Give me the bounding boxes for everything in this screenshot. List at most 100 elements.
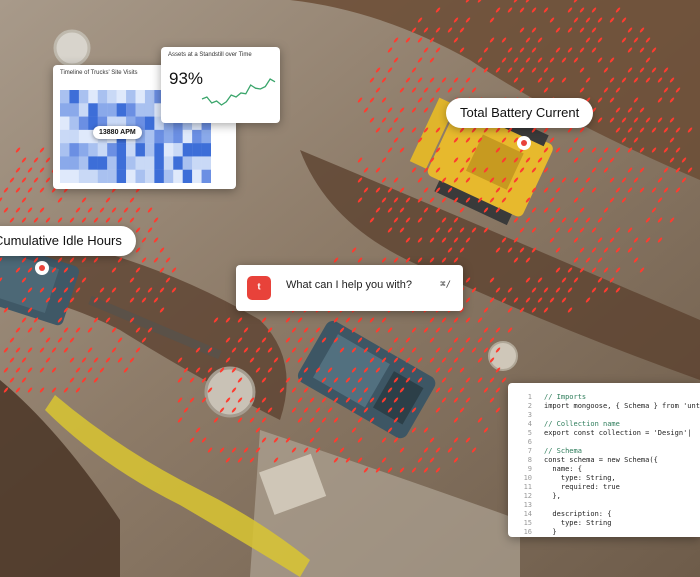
heatmap-cell [116, 169, 127, 183]
code-line-number: 13 [523, 501, 532, 509]
heatmap-cell [78, 116, 89, 131]
heatmap-cell [116, 156, 127, 170]
code-content[interactable]: // Imports import mongoose, { Schema } fr… [544, 393, 700, 537]
heatmap-cell [154, 129, 165, 144]
heatmap-cell [144, 129, 155, 144]
heatmap-cell [135, 90, 146, 104]
heatmap-cell [126, 156, 136, 170]
heatmap-cell [144, 143, 155, 157]
heatmap-cell [182, 129, 193, 144]
code-editor-panel[interactable]: 1 2 3 4 5 6 7 8 9 10 11 12 13 14 15 16 // Imports import… [508, 383, 700, 537]
idle-hours-label[interactable]: Cumulative Idle Hours [0, 226, 136, 256]
code-line[interactable]: required: true [544, 483, 700, 492]
code-line-number: 14 [523, 510, 532, 518]
code-line[interactable]: // Imports [544, 393, 700, 402]
code-line-number: 3 [527, 411, 532, 419]
heatmap-cell [97, 90, 108, 104]
heatmap-cell [107, 143, 117, 157]
code-line-numbers: 1 2 3 4 5 6 7 8 9 10 11 12 13 14 15 16 [508, 393, 532, 537]
code-line[interactable]: // Schema [544, 447, 700, 456]
code-line-number: 5 [527, 429, 532, 437]
code-line-number: 1 [527, 393, 532, 401]
heatmap-cell [97, 143, 108, 157]
assets-value: 93% [169, 69, 204, 88]
heatmap-cell [116, 90, 127, 104]
code-line-number: 4 [527, 420, 532, 428]
heatmap-cell [69, 169, 80, 183]
keyboard-shortcut-hint: ⌘/ [440, 280, 451, 290]
code-line-number: 9 [527, 465, 532, 473]
heatmap-cell [144, 90, 155, 104]
heatmap-cell [60, 143, 70, 157]
heatmap-cell [135, 103, 146, 117]
heatmap-cell [69, 156, 80, 170]
code-line[interactable]: }, [544, 492, 700, 501]
heatmap-cell [78, 169, 89, 183]
heatmap-cell [69, 116, 80, 131]
heatmap-cell [154, 169, 165, 183]
code-line[interactable]: export const collection = 'Design'| [544, 429, 700, 438]
heatmap-cell [135, 143, 146, 157]
code-line[interactable]: description: { [544, 510, 700, 519]
code-line-number: 15 [523, 519, 532, 527]
heatmap-cell [69, 143, 80, 157]
assets-sparkline [201, 78, 276, 106]
heatmap-cell [201, 143, 211, 157]
heatmap-cell [97, 103, 108, 117]
code-line[interactable] [544, 438, 700, 447]
heatmap-cell [69, 103, 80, 117]
heatmap-cell [107, 156, 117, 170]
heatmap-cell [192, 129, 202, 144]
code-line[interactable] [544, 501, 700, 510]
heatmap-cell [144, 103, 155, 117]
heatmap-cell [78, 156, 89, 170]
heatmap-cell [107, 169, 117, 183]
code-line[interactable]: import mongoose, { Schema } from 'untitl [544, 402, 700, 411]
heatmap-cell [88, 90, 98, 104]
heatmap-cell [135, 156, 146, 170]
heatmap-cell [154, 143, 165, 157]
code-line-number: 2 [527, 402, 532, 410]
code-line-number: 11 [523, 483, 532, 491]
heatmap-cell [173, 143, 183, 157]
heatmap-cell [60, 90, 70, 104]
heatmap-cell [201, 129, 211, 144]
heatmap-cell [192, 156, 202, 170]
heatmap-cell [78, 129, 89, 144]
code-line[interactable]: // Collection name [544, 420, 700, 429]
heatmap-cell [126, 103, 136, 117]
code-line[interactable]: type: String [544, 519, 700, 528]
timeline-title: Timeline of Trucks' Site Visits [60, 70, 138, 76]
code-line[interactable] [544, 411, 700, 420]
heatmap-cell [78, 143, 89, 157]
code-line-number: 7 [527, 447, 532, 455]
code-line-number: 16 [523, 528, 532, 536]
assistant-logo-icon: ᵗ [247, 276, 271, 300]
code-line[interactable]: const schema = new Schema({ [544, 456, 700, 465]
assistant-prompt-text[interactable]: What can I help you with? [286, 279, 412, 291]
heatmap-cell [60, 116, 70, 131]
heatmap-cell [144, 116, 155, 131]
code-line[interactable]: name: { [544, 465, 700, 474]
timeline-tooltip: 13880 APM [93, 126, 142, 139]
heatmap-cell [88, 156, 98, 170]
heatmap-cell [126, 90, 136, 104]
code-line[interactable]: } [544, 528, 700, 537]
heatmap-cell [182, 143, 193, 157]
heatmap-cell [192, 143, 202, 157]
heatmap-cell [107, 103, 117, 117]
heatmap-cell [88, 103, 98, 117]
heatmap-cell [78, 90, 89, 104]
battery-current-label[interactable]: Total Battery Current [446, 98, 594, 128]
code-line[interactable]: type: String, [544, 474, 700, 483]
heatmap-cell [173, 169, 183, 183]
heatmap-cell [97, 169, 108, 183]
heatmap-cell [116, 143, 127, 157]
assistant-prompt-bar[interactable]: ᵗ What can I help you with? ⌘/ [236, 265, 463, 311]
heatmap-cell [192, 169, 202, 183]
heatmap-cell [88, 169, 98, 183]
heatmap-cell [201, 169, 211, 183]
heatmap-cell [88, 143, 98, 157]
heatmap-cell [135, 169, 146, 183]
heatmap-cell [69, 90, 80, 104]
